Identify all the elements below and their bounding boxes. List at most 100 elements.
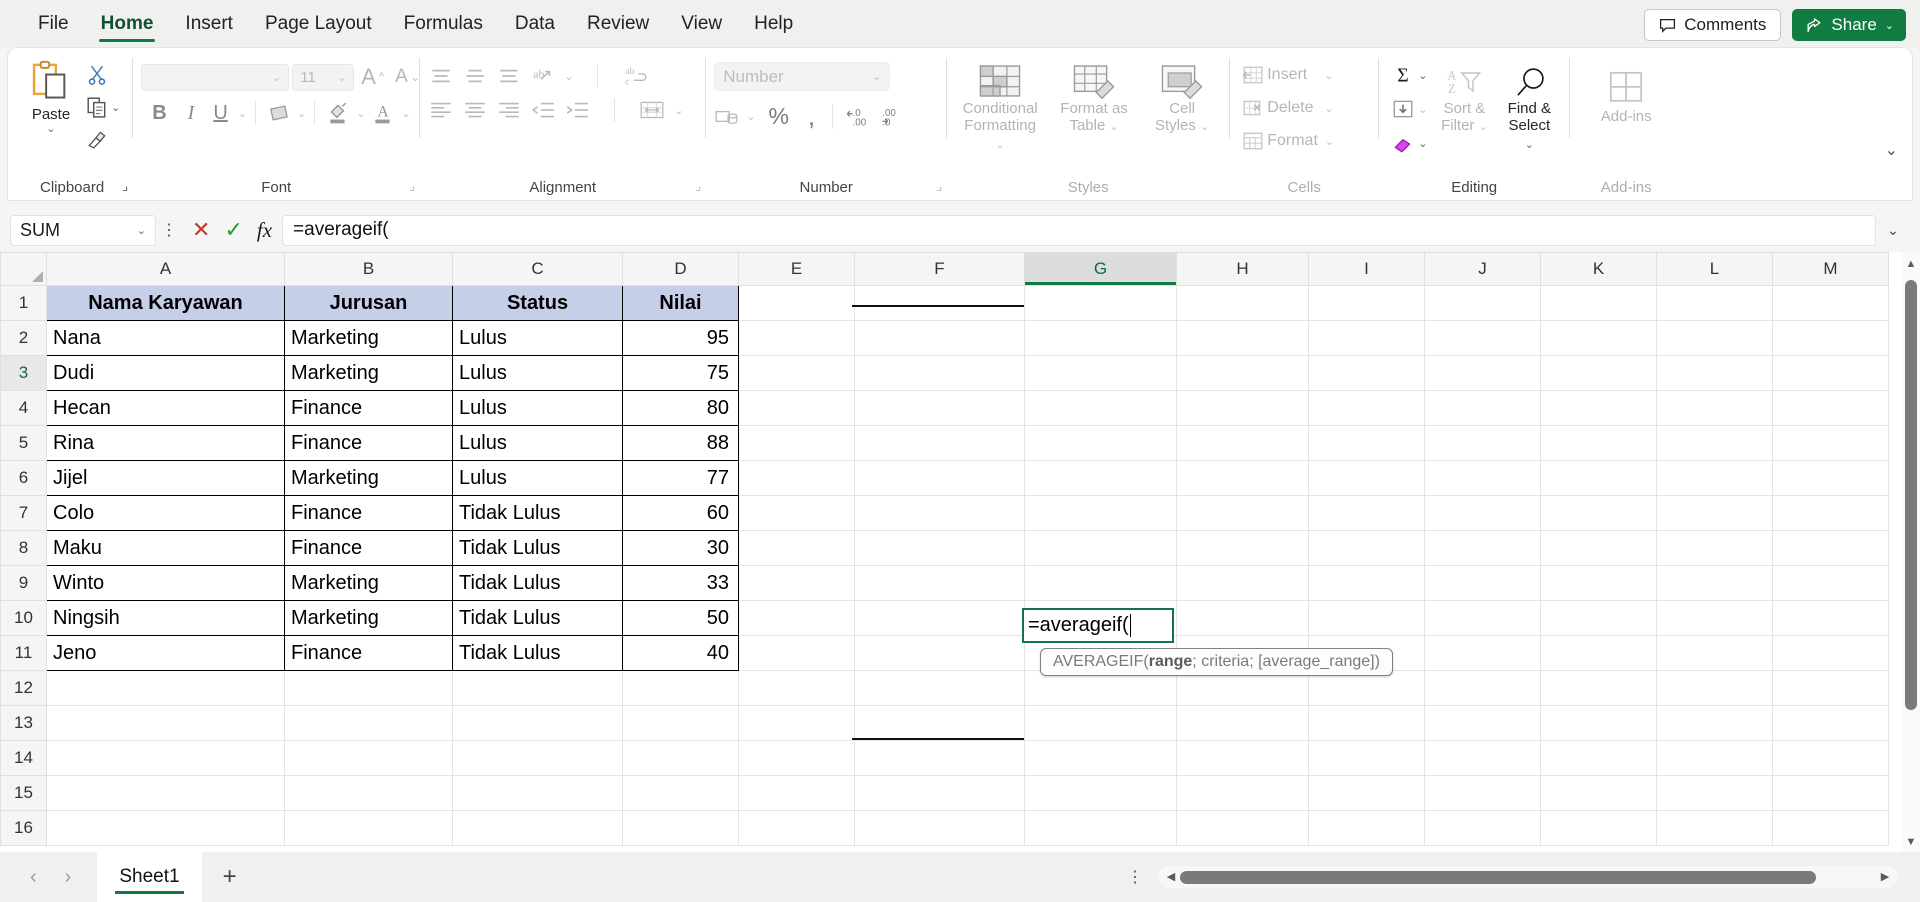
alignment-dialog-launcher[interactable]: ⌟ xyxy=(695,178,701,194)
tab-review[interactable]: Review xyxy=(571,0,665,48)
cell-j12[interactable] xyxy=(1424,670,1541,706)
cell-f3[interactable] xyxy=(854,355,1025,391)
cell-h8[interactable] xyxy=(1176,530,1309,566)
cell-i7[interactable] xyxy=(1308,495,1425,531)
cell-d12[interactable] xyxy=(622,670,739,706)
cell-j4[interactable] xyxy=(1424,390,1541,426)
delete-cells-button[interactable]: Delete ⌄ xyxy=(1238,93,1337,123)
name-box-chevron-down-icon[interactable]: ⌄ xyxy=(137,224,146,237)
horizontal-scroll-thumb[interactable] xyxy=(1180,870,1816,884)
cell-d11[interactable]: 40 xyxy=(622,635,739,671)
cell-e7[interactable] xyxy=(738,495,855,531)
addins-button[interactable]: Add-ins xyxy=(1595,64,1658,129)
cell-m9[interactable] xyxy=(1772,565,1889,601)
scroll-right-arrow-icon[interactable]: ▶ xyxy=(1876,870,1894,883)
cell-e9[interactable] xyxy=(738,565,855,601)
cell-g2[interactable] xyxy=(1024,320,1177,356)
cell-j9[interactable] xyxy=(1424,565,1541,601)
cell-j16[interactable] xyxy=(1424,810,1541,846)
cell-a7[interactable]: Colo xyxy=(46,495,285,531)
cell-e6[interactable] xyxy=(738,460,855,496)
clipboard-dialog-launcher[interactable]: ⌟ xyxy=(122,178,128,194)
cell-j2[interactable] xyxy=(1424,320,1541,356)
cell-k13[interactable] xyxy=(1540,705,1657,741)
cell-j1[interactable] xyxy=(1424,285,1541,321)
cell-h1[interactable] xyxy=(1176,285,1309,321)
borders-button[interactable] xyxy=(264,98,294,128)
cell-m10[interactable] xyxy=(1772,600,1889,636)
share-chevron-down-icon[interactable]: ⌄ xyxy=(1885,19,1894,32)
cell-a13[interactable] xyxy=(46,705,285,741)
cell-l6[interactable] xyxy=(1656,460,1773,496)
cell-f15[interactable] xyxy=(854,775,1025,811)
cell-h5[interactable] xyxy=(1176,425,1309,461)
status-options-kebab-icon[interactable]: ⋮ xyxy=(1122,867,1148,887)
cell-h6[interactable] xyxy=(1176,460,1309,496)
cell-c1[interactable]: Status xyxy=(452,285,623,321)
column-header-f[interactable]: F xyxy=(854,252,1025,286)
insert-cells-button[interactable]: Insert ⌄ xyxy=(1238,60,1337,90)
increase-decimal-icon[interactable]: .00.0 xyxy=(878,106,906,127)
font-dialog-launcher[interactable]: ⌟ xyxy=(409,178,415,194)
cell-i16[interactable] xyxy=(1308,810,1425,846)
cell-m14[interactable] xyxy=(1772,740,1889,776)
format-chevron-down-icon[interactable]: ⌄ xyxy=(1325,135,1334,148)
cell-f6[interactable] xyxy=(854,460,1025,496)
cell-styles-button[interactable]: Cell Styles ⌄ xyxy=(1143,58,1221,139)
cell-e14[interactable] xyxy=(738,740,855,776)
cell-b7[interactable]: Finance xyxy=(284,495,453,531)
cell-k10[interactable] xyxy=(1540,600,1657,636)
row-header-13[interactable]: 13 xyxy=(0,705,47,741)
scroll-up-arrow-icon[interactable]: ▲ xyxy=(1902,258,1920,270)
cell-m7[interactable] xyxy=(1772,495,1889,531)
column-header-h[interactable]: H xyxy=(1176,252,1309,286)
cell-g13[interactable] xyxy=(1024,705,1177,741)
cell-g9[interactable] xyxy=(1024,565,1177,601)
horizontal-scrollbar[interactable]: ◀ ▶ xyxy=(1158,866,1898,888)
cell-l10[interactable] xyxy=(1656,600,1773,636)
cell-f13[interactable] xyxy=(854,705,1025,741)
cell-k8[interactable] xyxy=(1540,530,1657,566)
increase-indent-icon[interactable] xyxy=(564,100,590,120)
cell-h3[interactable] xyxy=(1176,355,1309,391)
italic-button[interactable]: I xyxy=(179,98,204,128)
format-as-table-chevron-down-icon[interactable]: ⌄ xyxy=(1109,121,1118,133)
enter-check-icon[interactable]: ✓ xyxy=(224,217,242,243)
tab-view[interactable]: View xyxy=(665,0,738,48)
font-name-input[interactable]: ⌄ xyxy=(141,63,290,91)
cell-a11[interactable]: Jeno xyxy=(46,635,285,671)
cell-i14[interactable] xyxy=(1308,740,1425,776)
row-header-8[interactable]: 8 xyxy=(0,530,47,566)
cell-h16[interactable] xyxy=(1176,810,1309,846)
cell-e3[interactable] xyxy=(738,355,855,391)
cell-c7[interactable]: Tidak Lulus xyxy=(452,495,623,531)
vertical-scrollbar[interactable]: ▲ ▼ xyxy=(1902,252,1920,852)
find-select-chevron-down-icon[interactable]: ⌄ xyxy=(1525,139,1534,151)
font-size-input[interactable]: 11 ⌄ xyxy=(292,63,355,91)
cell-i1[interactable] xyxy=(1308,285,1425,321)
cell-d5[interactable]: 88 xyxy=(622,425,739,461)
cell-m6[interactable] xyxy=(1772,460,1889,496)
add-sheet-plus-icon[interactable]: + xyxy=(202,863,258,891)
autosum-button[interactable]: Σ ⌄ xyxy=(1387,60,1431,90)
cell-k11[interactable] xyxy=(1540,635,1657,671)
cell-d9[interactable]: 33 xyxy=(622,565,739,601)
cell-j5[interactable] xyxy=(1424,425,1541,461)
shrink-font-button[interactable]: A ⌄ xyxy=(391,62,424,92)
cell-f12[interactable] xyxy=(854,670,1025,706)
cell-l16[interactable] xyxy=(1656,810,1773,846)
align-left-icon[interactable] xyxy=(428,100,454,120)
cell-i2[interactable] xyxy=(1308,320,1425,356)
accounting-chevron-down-icon[interactable]: ⌄ xyxy=(746,110,755,123)
fill-color-button[interactable] xyxy=(323,98,353,128)
sort-filter-button[interactable]: A Z Sort & Filter ⌄ xyxy=(1433,58,1495,139)
format-cells-button[interactable]: Format ⌄ xyxy=(1238,126,1338,156)
cell-c3[interactable]: Lulus xyxy=(452,355,623,391)
column-header-i[interactable]: I xyxy=(1308,252,1425,286)
clear-chevron-down-icon[interactable]: ⌄ xyxy=(1418,137,1427,150)
insert-chevron-down-icon[interactable]: ⌄ xyxy=(1324,69,1333,82)
cell-j3[interactable] xyxy=(1424,355,1541,391)
cell-b5[interactable]: Finance xyxy=(284,425,453,461)
font-color-chevron-down-icon[interactable]: ⌄ xyxy=(401,107,410,120)
orientation-chevron-down-icon[interactable]: ⌄ xyxy=(564,70,573,83)
